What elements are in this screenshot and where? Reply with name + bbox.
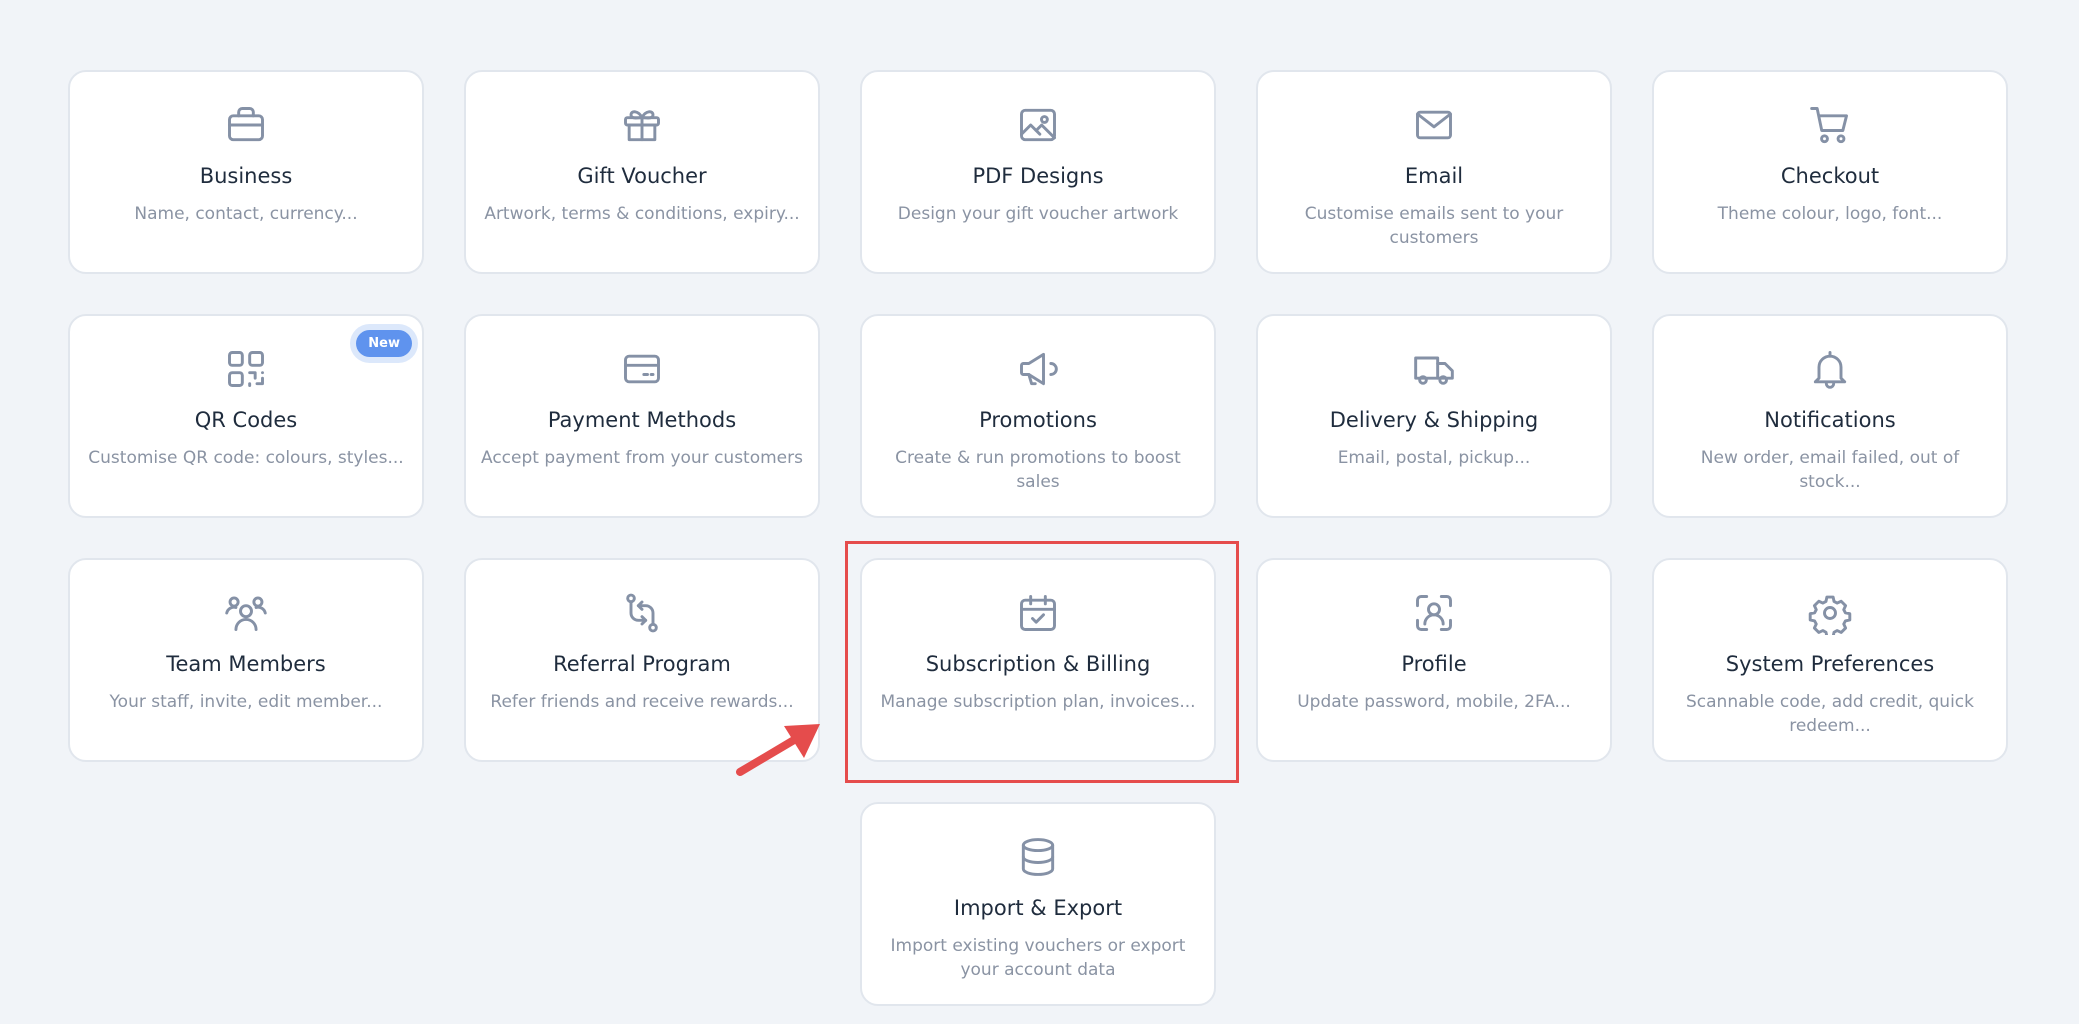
business-card[interactable]: Business Name, contact, currency...: [68, 70, 424, 274]
card-title: QR Codes: [194, 408, 298, 432]
user-scan-icon: [1258, 590, 1610, 636]
card-title: System Preferences: [1725, 652, 1935, 676]
system-preferences-card[interactable]: System Preferences Scannable code, add c…: [1652, 558, 2008, 762]
briefcase-icon: [70, 102, 422, 148]
card-title: PDF Designs: [972, 164, 1104, 188]
image-icon: [862, 102, 1214, 148]
card-description: Refer friends and receive rewards...: [490, 692, 794, 712]
checkout-card[interactable]: Checkout Theme colour, logo, font...: [1652, 70, 2008, 274]
envelope-icon: [1258, 102, 1610, 148]
card-description: Scannable code, add credit, quick redeem…: [1686, 692, 1974, 736]
card-description: Import existing vouchers or export your …: [890, 936, 1186, 980]
notifications-card[interactable]: Notifications New order, email failed, o…: [1652, 314, 2008, 518]
delivery-shipping-card[interactable]: Delivery & Shipping Email, postal, picku…: [1256, 314, 1612, 518]
card-description: Email, postal, pickup...: [1337, 448, 1531, 468]
card-description: Customise emails sent to your customers: [1304, 204, 1564, 248]
payment-methods-card[interactable]: Payment Methods Accept payment from your…: [464, 314, 820, 518]
card-title: Email: [1404, 164, 1464, 188]
qr-code-icon: [70, 346, 422, 392]
import-export-card[interactable]: Import & Export Import existing vouchers…: [860, 802, 1216, 1006]
team-members-card[interactable]: Team Members Your staff, invite, edit me…: [68, 558, 424, 762]
cart-icon: [1654, 102, 2006, 148]
card-title: Checkout: [1780, 164, 1880, 188]
card-description: Accept payment from your customers: [481, 448, 803, 468]
card-description: Design your gift voucher artwork: [897, 204, 1179, 224]
settings-page: Business Name, contact, currency... Gift…: [0, 0, 2079, 1024]
card-title: Profile: [1401, 652, 1467, 676]
card-title: Import & Export: [953, 896, 1123, 920]
card-description: New order, email failed, out of stock...: [1700, 448, 1960, 492]
card-title: Payment Methods: [547, 408, 737, 432]
users-icon: [70, 590, 422, 636]
arrows-exchange-icon: [466, 590, 818, 636]
bell-icon: [1654, 346, 2006, 392]
truck-icon: [1258, 346, 1610, 392]
card-title: Gift Voucher: [577, 164, 707, 188]
database-icon: [862, 834, 1214, 880]
promotions-card[interactable]: Promotions Create & run promotions to bo…: [860, 314, 1216, 518]
card-title: Team Members: [166, 652, 326, 676]
card-description: Update password, mobile, 2FA...: [1297, 692, 1571, 712]
credit-card-icon: [466, 346, 818, 392]
referral-program-card[interactable]: Referral Program Refer friends and recei…: [464, 558, 820, 762]
gift-icon: [466, 102, 818, 148]
card-title: Delivery & Shipping: [1329, 408, 1539, 432]
card-description: Manage subscription plan, invoices...: [880, 692, 1196, 712]
card-description: Your staff, invite, edit member...: [109, 692, 383, 712]
megaphone-icon: [862, 346, 1214, 392]
card-title: Business: [199, 164, 293, 188]
email-card[interactable]: Email Customise emails sent to your cust…: [1256, 70, 1612, 274]
gift-voucher-card[interactable]: Gift Voucher Artwork, terms & conditions…: [464, 70, 820, 274]
gear-icon: [1654, 590, 2006, 636]
card-title: Referral Program: [553, 652, 731, 676]
subscription-billing-card[interactable]: Subscription & Billing Manage subscripti…: [860, 558, 1216, 762]
qr-codes-card[interactable]: New QR Codes Customise QR code: colours,…: [68, 314, 424, 518]
card-title: Notifications: [1764, 408, 1896, 432]
pdf-designs-card[interactable]: PDF Designs Design your gift voucher art…: [860, 70, 1216, 274]
profile-card[interactable]: Profile Update password, mobile, 2FA...: [1256, 558, 1612, 762]
card-description: Create & run promotions to boost sales: [895, 448, 1181, 492]
card-description: Artwork, terms & conditions, expiry...: [484, 204, 800, 224]
card-description: Name, contact, currency...: [134, 204, 358, 224]
calendar-check-icon: [862, 590, 1214, 636]
card-description: Theme colour, logo, font...: [1717, 204, 1943, 224]
card-description: Customise QR code: colours, styles...: [88, 448, 404, 468]
card-title: Subscription & Billing: [925, 652, 1151, 676]
card-title: Promotions: [979, 408, 1097, 432]
